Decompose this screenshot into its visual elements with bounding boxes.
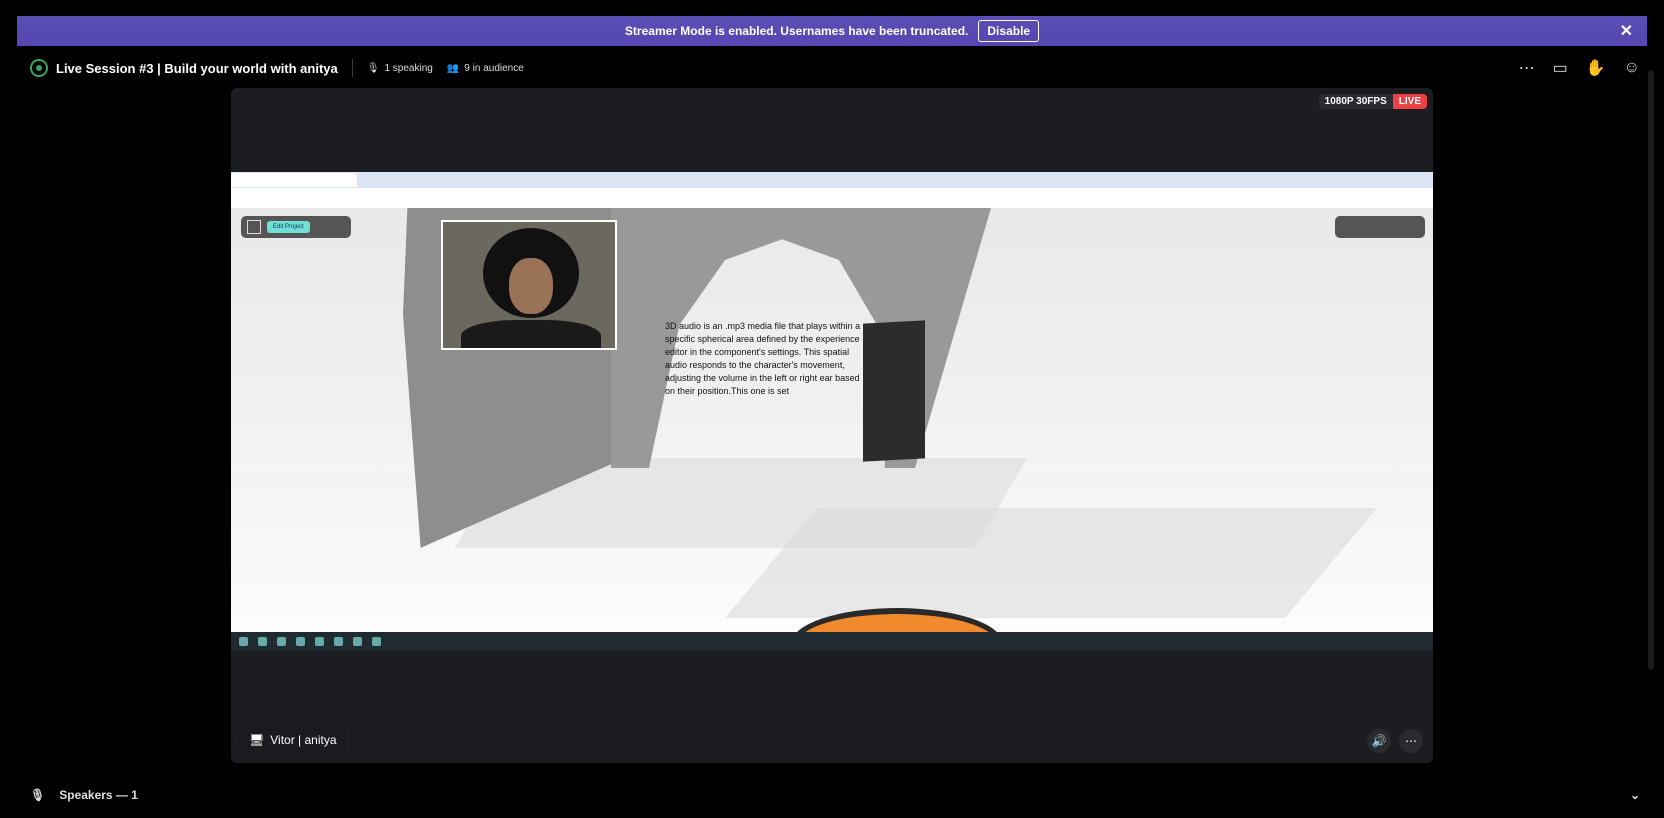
webcam-overlay — [441, 220, 617, 350]
browser-tab — [735, 173, 861, 187]
browser-tab — [231, 173, 357, 187]
mic-icon: 🎙 — [366, 62, 380, 74]
audience-icon: 👥 — [446, 62, 460, 74]
stage-icon — [30, 59, 48, 77]
address-bar — [231, 188, 1433, 208]
editor-toolbar: Edit Project — [241, 216, 351, 238]
3d-settings-panel — [863, 320, 925, 462]
webcam-person-shirt — [461, 320, 601, 348]
streamer-mode-banner: Streamer Mode is enabled. Usernames have… — [17, 16, 1647, 46]
windows-taskbar — [231, 632, 1433, 650]
more-options-icon[interactable]: ⋯ — [1519, 58, 1535, 78]
scrollbar[interactable] — [1648, 70, 1654, 670]
close-icon[interactable]: ✕ — [1620, 21, 1633, 41]
speakers-section[interactable]: 🎙 Speakers — 1 ⌄ — [30, 784, 1640, 806]
stage-title: Live Session #3 | Build your world with … — [56, 60, 338, 76]
app-icon — [296, 636, 305, 646]
divider — [351, 59, 353, 77]
app-icon — [372, 636, 381, 646]
app-icon — [277, 636, 286, 646]
grid-icon — [247, 220, 261, 234]
volume-icon[interactable]: 🔊 — [1367, 729, 1391, 753]
disable-streamer-mode-button[interactable]: Disable — [978, 20, 1040, 42]
windows-icon — [239, 636, 248, 646]
stage-header: Live Session #3 | Build your world with … — [30, 56, 1640, 80]
app-icon — [315, 636, 324, 646]
streamer-name: Vitor | anitya — [270, 733, 337, 747]
webcam-person-face — [509, 258, 553, 314]
inbox-icon[interactable]: ▭ — [1553, 58, 1568, 78]
header-actions: ⋯ ▭ ✋ ☺ — [1519, 58, 1640, 78]
streamer-name-tag: 🖥 Vitor | anitya — [239, 727, 347, 753]
editor-toolbar-right — [1335, 216, 1425, 238]
browser-tab — [609, 173, 735, 187]
scene-info-text: 3D audio is an .mp3 media file that play… — [665, 321, 861, 396]
browser-tab — [483, 173, 609, 187]
3d-scene: 3D audio is an .mp3 media file that play… — [231, 208, 1433, 632]
browser-tabbar — [231, 172, 1433, 188]
app-icon — [334, 636, 343, 646]
browser-tab — [357, 173, 483, 187]
app-icon — [353, 636, 362, 646]
chevron-down-icon[interactable]: ⌄ — [1630, 788, 1640, 802]
stream-video[interactable]: 1080P 30FPS LIVE 3D audio is an .mp3 med… — [231, 88, 1433, 763]
raise-hand-icon[interactable]: ✋ — [1586, 58, 1606, 78]
stream-badges: 1080P 30FPS LIVE — [1318, 94, 1427, 109]
edit-project-button: Edit Project — [267, 221, 310, 233]
floor-shadow — [724, 508, 1378, 618]
activity-icon[interactable]: ☺ — [1624, 59, 1640, 77]
shared-screen: 3D audio is an .mp3 media file that play… — [231, 172, 1433, 650]
audience-count: 👥 9 in audience — [446, 62, 524, 74]
live-badge: LIVE — [1392, 94, 1427, 109]
mic-icon: 🎙 — [30, 788, 46, 802]
more-icon[interactable]: ⋯ — [1399, 729, 1423, 753]
banner-message: Streamer Mode is enabled. Usernames have… — [624, 24, 969, 38]
speaking-count: 🎙 1 speaking — [366, 62, 433, 74]
video-controls: 🔊 ⋯ — [1367, 729, 1423, 753]
quality-badge: 1080P 30FPS — [1318, 94, 1393, 109]
speakers-label: Speakers — 1 — [59, 788, 138, 802]
screen-share-icon: 🖥 — [249, 733, 265, 747]
app-icon — [258, 636, 267, 646]
